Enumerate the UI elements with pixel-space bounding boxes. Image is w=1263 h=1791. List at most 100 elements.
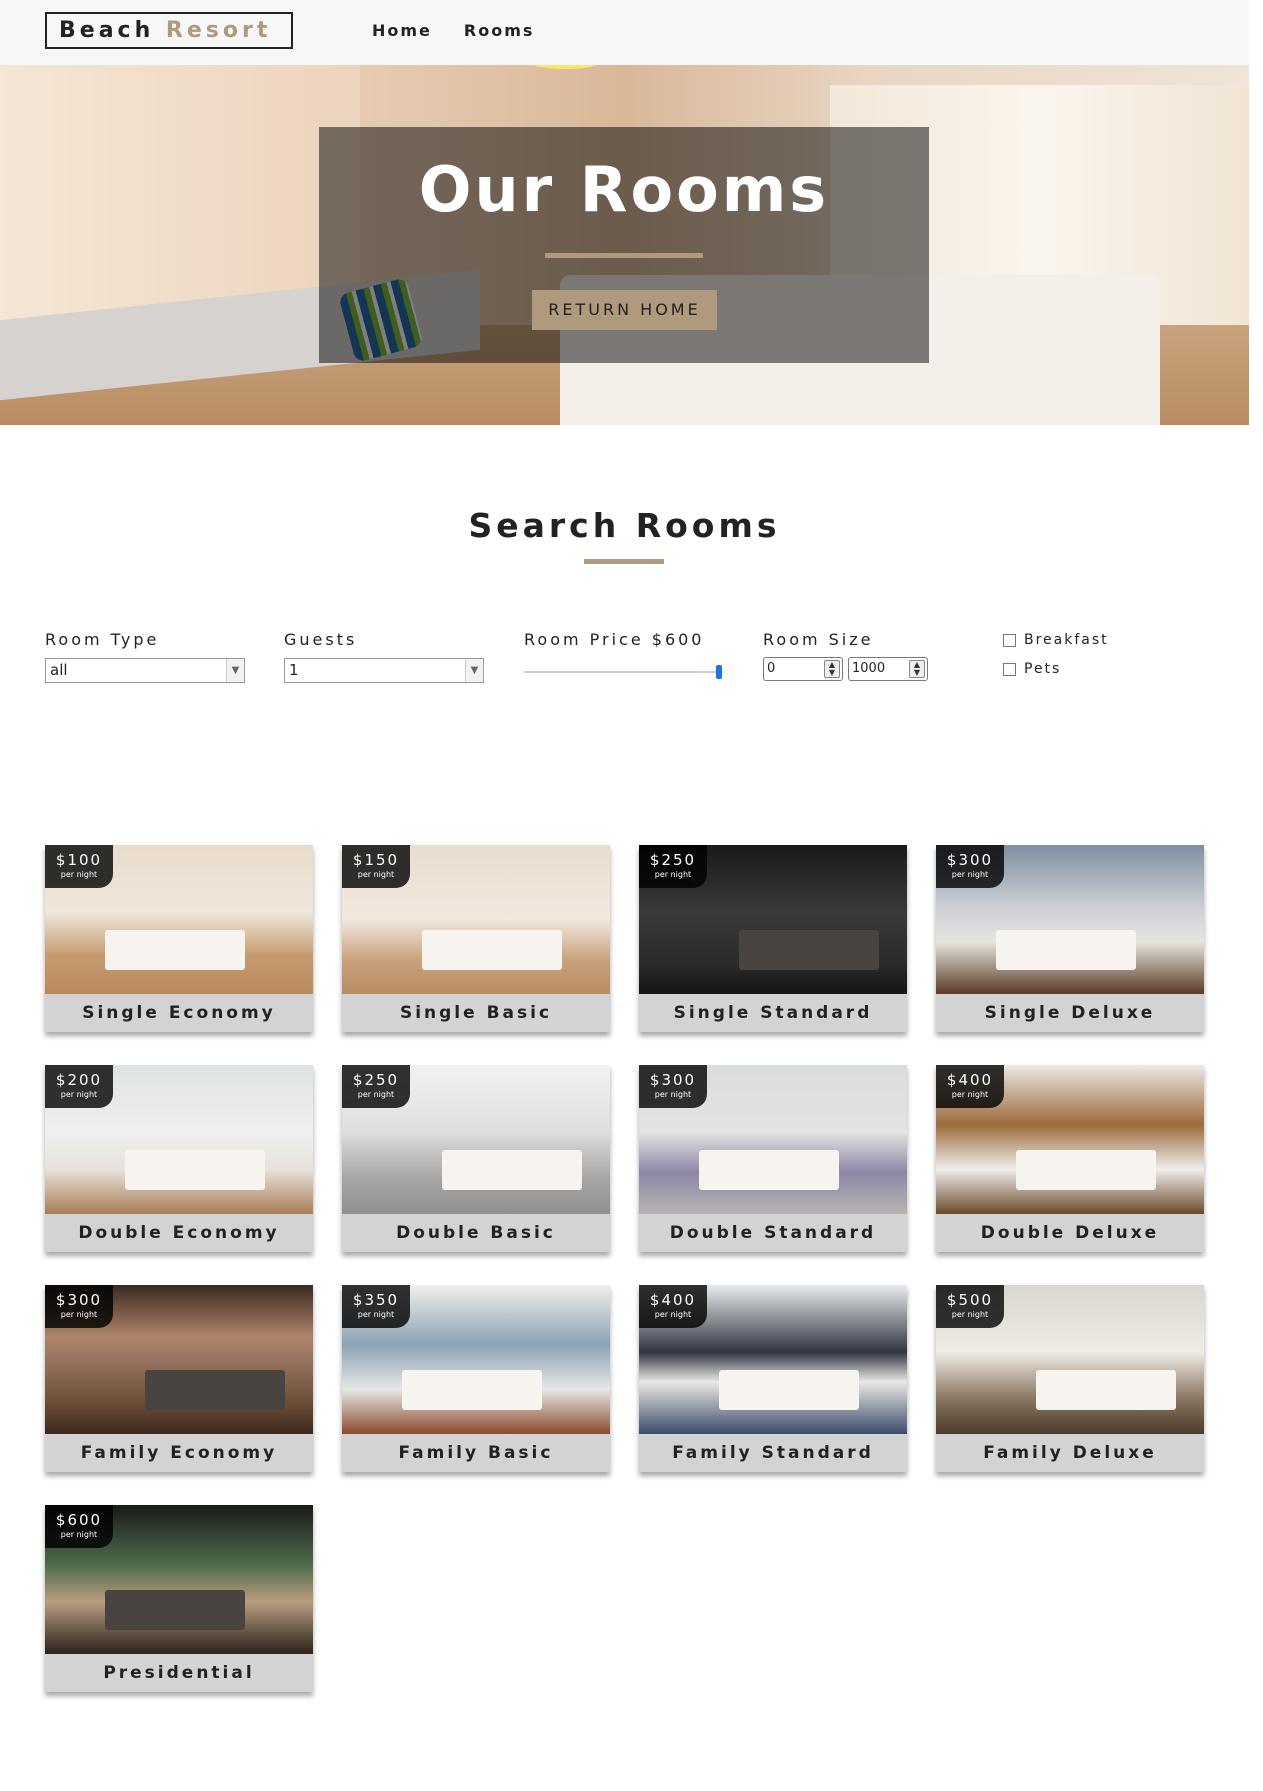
price-per-night: per night [60, 1310, 98, 1319]
logo-text-beach: Beach [59, 18, 155, 43]
room-image[interactable]: $200 per night [45, 1065, 313, 1214]
breakfast-checkbox[interactable] [1003, 633, 1016, 647]
price-badge: $350 per night [342, 1285, 410, 1328]
price-badge: $250 per night [342, 1065, 410, 1108]
bed-shape [105, 1590, 245, 1630]
room-name[interactable]: Double Standard [639, 1214, 907, 1252]
room-card[interactable]: $300 per night Single Deluxe [936, 845, 1204, 1032]
room-name[interactable]: Family Deluxe [936, 1434, 1204, 1472]
guests-select[interactable]: 1 ▼ [284, 658, 484, 683]
room-name[interactable]: Double Economy [45, 1214, 313, 1252]
room-name[interactable]: Family Economy [45, 1434, 313, 1472]
price-badge: $400 per night [639, 1285, 707, 1328]
room-card[interactable]: $300 per night Family Economy [45, 1285, 313, 1472]
size-max-value: 1000 [852, 661, 886, 676]
room-card[interactable]: $250 per night Double Basic [342, 1065, 610, 1252]
nav-link-home[interactable]: Home [372, 21, 432, 40]
room-name[interactable]: Double Deluxe [936, 1214, 1204, 1252]
price-amount: $250 [649, 851, 697, 869]
room-image[interactable]: $500 per night [936, 1285, 1204, 1434]
room-card[interactable]: $350 per night Family Basic [342, 1285, 610, 1472]
room-image[interactable]: $600 per night [45, 1505, 313, 1654]
bed-shape [699, 1150, 839, 1190]
room-price-slider[interactable] [524, 665, 722, 679]
room-image[interactable]: $250 per night [342, 1065, 610, 1214]
room-card[interactable]: $400 per night Family Standard [639, 1285, 907, 1472]
room-image[interactable]: $350 per night [342, 1285, 610, 1434]
price-badge: $150 per night [342, 845, 410, 888]
chevron-down-icon: ▼ [465, 659, 483, 682]
price-per-night: per night [60, 870, 98, 879]
logo[interactable]: Beach Resort [45, 12, 293, 49]
price-per-night: per night [357, 870, 395, 879]
price-badge: $600 per night [45, 1505, 113, 1548]
price-per-night: per night [951, 870, 989, 879]
price-amount: $600 [55, 1511, 103, 1529]
room-name[interactable]: Single Standard [639, 994, 907, 1032]
bed-shape [1016, 1150, 1156, 1190]
price-badge: $100 per night [45, 845, 113, 888]
chevron-down-icon: ▼ [226, 659, 244, 682]
room-image[interactable]: $300 per night [936, 845, 1204, 994]
room-card[interactable]: $400 per night Double Deluxe [936, 1065, 1204, 1252]
room-name[interactable]: Single Basic [342, 994, 610, 1032]
guests-value: 1 [289, 661, 299, 679]
bed-shape [719, 1370, 859, 1410]
room-card[interactable]: $600 per night Presidential [45, 1505, 313, 1692]
room-card[interactable]: $200 per night Double Economy [45, 1065, 313, 1252]
price-per-night: per night [60, 1530, 98, 1539]
price-badge: $300 per night [45, 1285, 113, 1328]
price-amount: $300 [55, 1291, 103, 1309]
search-title: Search Rooms [468, 506, 781, 545]
room-type-select[interactable]: all ▼ [45, 658, 245, 683]
room-image[interactable]: $150 per night [342, 845, 610, 994]
logo-text-resort: Resort [165, 18, 272, 43]
room-image[interactable]: $100 per night [45, 845, 313, 994]
room-card[interactable]: $300 per night Double Standard [639, 1065, 907, 1252]
room-name[interactable]: Family Standard [639, 1434, 907, 1472]
search-title-underline [584, 559, 664, 564]
bed-shape [105, 930, 245, 970]
room-name[interactable]: Presidential [45, 1654, 313, 1692]
price-amount: $200 [55, 1071, 103, 1089]
room-image[interactable]: $300 per night [639, 1065, 907, 1214]
size-min-input[interactable]: 0 ▲ ▼ [763, 657, 843, 681]
slider-thumb[interactable] [716, 665, 722, 679]
price-per-night: per night [357, 1310, 395, 1319]
room-name[interactable]: Family Basic [342, 1434, 610, 1472]
price-badge: $300 per night [936, 845, 1004, 888]
return-home-button[interactable]: RETURN HOME [532, 290, 717, 330]
room-image[interactable]: $250 per night [639, 845, 907, 994]
bed-shape [402, 1370, 542, 1410]
spinner-icon[interactable]: ▲ ▼ [909, 660, 925, 678]
spinner-icon[interactable]: ▲ ▼ [824, 660, 840, 678]
room-image[interactable]: $400 per night [936, 1065, 1204, 1214]
price-amount: $300 [946, 851, 994, 869]
breakfast-label: Breakfast [1024, 632, 1109, 648]
nav-links: Home Rooms [372, 21, 534, 40]
room-image[interactable]: $400 per night [639, 1285, 907, 1434]
price-per-night: per night [654, 1310, 692, 1319]
room-name[interactable]: Single Economy [45, 994, 313, 1032]
room-name[interactable]: Single Deluxe [936, 994, 1204, 1032]
room-card[interactable]: $150 per night Single Basic [342, 845, 610, 1032]
room-name[interactable]: Double Basic [342, 1214, 610, 1252]
breakfast-option: Breakfast [1003, 632, 1109, 648]
room-card[interactable]: $250 per night Single Standard [639, 845, 907, 1032]
room-image[interactable]: $300 per night [45, 1285, 313, 1434]
guests-label: Guests [284, 630, 358, 649]
hero-lamp [530, 65, 600, 69]
room-card[interactable]: $100 per night Single Economy [45, 845, 313, 1032]
room-type-label: Room Type [45, 630, 160, 649]
price-per-night: per night [951, 1090, 989, 1099]
size-min-value: 0 [767, 661, 776, 676]
nav-link-rooms[interactable]: Rooms [464, 21, 535, 40]
price-amount: $400 [649, 1291, 697, 1309]
price-badge: $250 per night [639, 845, 707, 888]
price-amount: $350 [352, 1291, 400, 1309]
room-card[interactable]: $500 per night Family Deluxe [936, 1285, 1204, 1472]
pets-checkbox[interactable] [1003, 662, 1016, 676]
bed-shape [1036, 1370, 1176, 1410]
price-badge: $200 per night [45, 1065, 113, 1108]
size-max-input[interactable]: 1000 ▲ ▼ [848, 657, 928, 681]
